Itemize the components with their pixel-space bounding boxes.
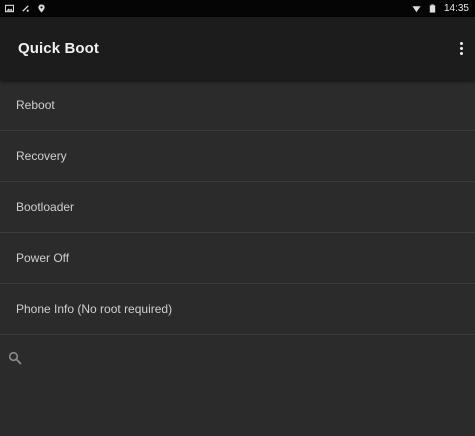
status-bar: 14:35	[0, 0, 475, 17]
list-item-label: Phone Info (No root required)	[16, 302, 173, 316]
status-left-icons	[5, 4, 46, 13]
more-vert-icon[interactable]	[456, 38, 466, 60]
app-title: Quick Boot	[18, 40, 100, 57]
list-item-recovery[interactable]: Recovery	[0, 131, 475, 182]
search-icon[interactable]	[8, 351, 22, 365]
list-item-power-off[interactable]: Power Off	[0, 233, 475, 284]
vibrate-icon	[22, 5, 29, 12]
list-item-phone-info[interactable]: Phone Info (No root required)	[0, 284, 475, 335]
status-time: 14:35	[443, 2, 469, 14]
list-item-bootloader[interactable]: Bootloader	[0, 182, 475, 233]
battery-icon	[429, 4, 436, 13]
list-item-label: Bootloader	[16, 200, 75, 214]
list-item-label: Recovery	[16, 149, 67, 163]
list-item-reboot[interactable]: Reboot	[0, 80, 475, 131]
search-row[interactable]	[8, 348, 38, 368]
list-item-label: Power Off	[16, 251, 70, 265]
list-item-label: Reboot	[16, 98, 55, 112]
wifi-icon	[412, 6, 421, 13]
location-icon	[38, 4, 45, 13]
boot-options-list: Reboot Recovery Bootloader Power Off Pho…	[0, 80, 475, 335]
image-icon	[5, 4, 14, 13]
app-bar: Quick Boot	[0, 17, 475, 80]
status-right-icons: 14:35	[412, 2, 469, 14]
